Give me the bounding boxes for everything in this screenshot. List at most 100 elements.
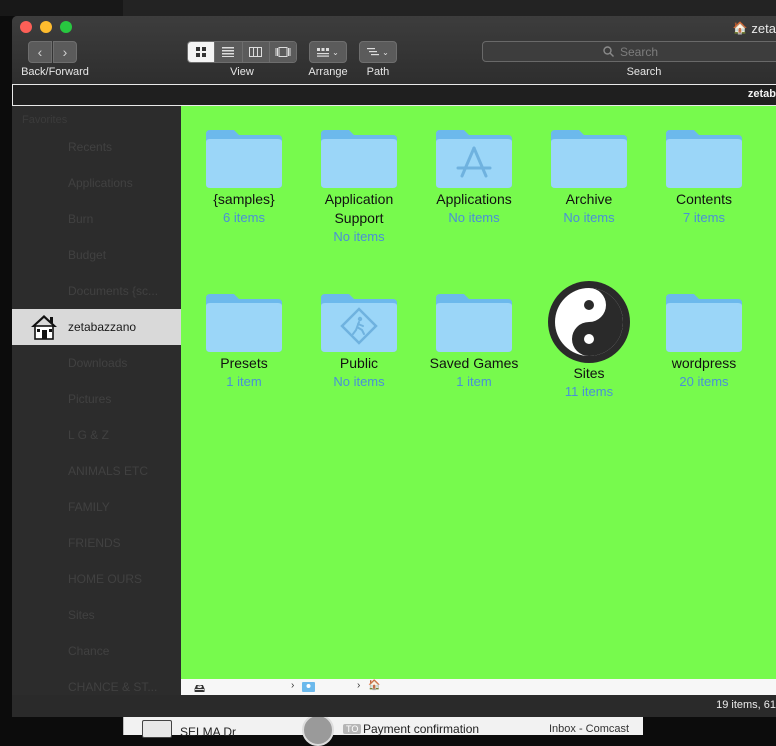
sidebar: Favorites Recents Applications Burn Budg… (12, 106, 181, 695)
list-view-button[interactable] (215, 42, 243, 62)
item-count: No items (333, 374, 385, 389)
view-segmented-control (187, 41, 297, 63)
item-name-line2: Support (334, 210, 384, 226)
search-input[interactable] (620, 44, 740, 59)
item-name: Presets (220, 355, 268, 371)
item-count: 6 items (223, 210, 265, 225)
item-name: Sites (573, 365, 605, 381)
search-field[interactable] (482, 41, 776, 62)
grid-icon (196, 47, 207, 57)
folder-item-presets[interactable]: Presets 1 item (188, 290, 300, 390)
item-name: wordpress (671, 355, 737, 371)
folder-item-public[interactable]: Public No items (303, 290, 415, 390)
sidebar-item-lgz[interactable]: L G & Z (12, 417, 181, 453)
path-icon (367, 47, 380, 55)
zoom-button[interactable] (60, 21, 72, 33)
columns-icon (249, 47, 263, 57)
background-toolbar-strip (123, 0, 776, 16)
sidebar-item-budget[interactable]: Budget (12, 237, 181, 273)
arrange-button[interactable]: ⌄ (309, 41, 347, 63)
sidebar-item-label: FRIENDS (68, 536, 121, 550)
folder-icon (551, 130, 627, 188)
sidebar-item-zetabazzano[interactable]: zetabazzano (12, 309, 181, 345)
mail-tag: TO (343, 724, 362, 734)
folder-icon (436, 294, 512, 352)
folder-icon (321, 130, 397, 188)
arrange-label: Arrange (308, 66, 348, 78)
applications-folder-icon (436, 130, 512, 188)
public-folder-icon (321, 294, 397, 352)
folder-icon (206, 130, 282, 188)
sidebar-item-pictures[interactable]: Pictures (12, 381, 181, 417)
folder-icon (666, 294, 742, 352)
item-name: Archive (565, 191, 613, 207)
mail-source: Inbox - Comcast (549, 723, 630, 735)
chevron-down-icon: ⌄ (382, 47, 389, 57)
home-icon[interactable]: 🏠 (368, 680, 380, 691)
gallery-icon (275, 47, 291, 57)
sidebar-item-label: Recents (68, 140, 113, 154)
sidebar-item-applications[interactable]: Applications (12, 165, 181, 201)
sidebar-item-burn[interactable]: Burn (12, 201, 181, 237)
sidebar-item-chance[interactable]: Chance (12, 633, 181, 669)
item-count: No items (563, 210, 615, 225)
path-button[interactable]: ⌄ (359, 41, 397, 63)
folder-item-application-support[interactable]: Application Support No items (303, 126, 415, 245)
item-count: 1 item (456, 374, 492, 389)
sidebar-item-label: CHANCE & ST... (68, 680, 158, 694)
sidebar-item-animals[interactable]: ANIMALS ETC (12, 453, 181, 489)
users-folder-icon[interactable] (302, 681, 315, 692)
folder-item-archive[interactable]: Archive No items (533, 126, 645, 226)
gallery-view-button[interactable] (269, 42, 296, 62)
yin-yang-icon (548, 281, 630, 363)
chevron-right-icon: › (357, 680, 361, 691)
sidebar-item-label: Documents {sc... (68, 284, 159, 298)
sidebar-item-downloads[interactable]: Downloads (12, 345, 181, 381)
finder-window: 🏠 zeta ‹ › Back/Forward View ⌄ Arrange ⌄… (12, 16, 776, 717)
path-bar: zetab (12, 84, 776, 106)
sidebar-item-documents[interactable]: Documents {sc... (12, 273, 181, 309)
folder-item-samples[interactable]: {samples} 6 items (188, 126, 300, 226)
folder-icon (206, 294, 282, 352)
mail-subject[interactable]: Payment confirmation (363, 722, 479, 736)
sidebar-item-label: ANIMALS ETC (68, 464, 149, 478)
sidebar-item-chance-st[interactable]: CHANCE & ST... (12, 669, 181, 695)
item-count: No items (333, 229, 385, 244)
sidebar-item-family[interactable]: FAMILY (12, 489, 181, 525)
sidebar-item-sites[interactable]: Sites (12, 597, 181, 633)
sidebar-heading: Favorites (22, 114, 68, 126)
sidebar-item-label: Budget (68, 248, 107, 262)
back-button[interactable]: ‹ (28, 41, 52, 63)
column-view-button[interactable] (242, 42, 270, 62)
chevron-down-icon: ⌄ (332, 47, 339, 57)
minimize-button[interactable] (40, 21, 52, 33)
item-name: {samples} (213, 191, 275, 207)
background-window-top (0, 0, 776, 16)
list-icon (222, 47, 235, 57)
background-folder-label: SELMA Dr (180, 725, 237, 739)
item-name: Contents (675, 191, 733, 207)
search-label: Search (626, 66, 662, 78)
path-label: Path (366, 66, 390, 78)
forward-button[interactable]: › (53, 41, 77, 63)
folder-item-wordpress[interactable]: wordpress 20 items (648, 290, 760, 390)
item-name: Applications (436, 191, 512, 207)
item-name: Public (339, 355, 379, 371)
sidebar-item-recents[interactable]: Recents (12, 129, 181, 165)
close-button[interactable] (20, 21, 32, 33)
file-grid: {samples} 6 items Application Support No… (181, 106, 776, 679)
folder-item-sites[interactable]: Sites 11 items (533, 280, 645, 400)
folder-item-applications[interactable]: Applications No items (418, 126, 530, 226)
icon-view-button[interactable] (188, 42, 216, 62)
sidebar-item-label: Applications (68, 176, 133, 190)
sidebar-item-home-ours[interactable]: HOME OURS (12, 561, 181, 597)
item-count: No items (448, 210, 500, 225)
sidebar-item-friends[interactable]: FRIENDS (12, 525, 181, 561)
sidebar-item-label: Downloads (68, 356, 128, 370)
folder-item-saved-games[interactable]: Saved Games 1 item (418, 290, 530, 390)
view-label: View (230, 66, 254, 78)
search-icon (603, 46, 614, 57)
chevron-right-icon: › (291, 680, 295, 691)
folder-item-contents[interactable]: Contents 7 items (648, 126, 760, 226)
home-icon: 🏠 (732, 21, 748, 35)
